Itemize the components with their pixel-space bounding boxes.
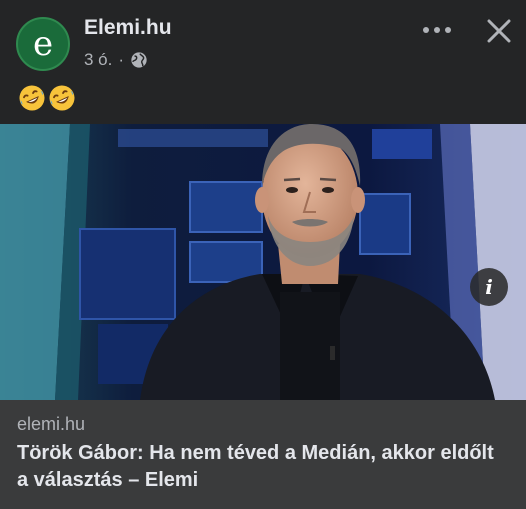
- page-name[interactable]: Elemi.hu: [84, 16, 172, 40]
- link-domain: elemi.hu: [17, 414, 86, 434]
- meta-separator: ·: [118, 50, 125, 69]
- close-icon[interactable]: [484, 16, 514, 46]
- post-meta: 3 ó. ·: [84, 50, 148, 70]
- post-time[interactable]: 3 ó.: [84, 50, 112, 70]
- rolling-on-floor-laughing-icon: [19, 85, 45, 111]
- page-avatar[interactable]: e: [16, 17, 70, 71]
- globe-icon: [131, 52, 147, 68]
- more-options-icon[interactable]: [420, 20, 454, 40]
- link-preview-image[interactable]: [0, 124, 526, 400]
- rolling-on-floor-laughing-icon: [49, 85, 75, 111]
- link-preview-text[interactable]: elemi.hu Török Gábor: Ha nem téved a Med…: [0, 400, 526, 509]
- info-icon[interactable]: i: [470, 268, 508, 306]
- post-header: e Elemi.hu 3 ó. ·: [0, 0, 526, 80]
- link-preview-card[interactable]: i elemi.hu Török Gábor: Ha nem téved a M…: [0, 124, 526, 509]
- post-emoji-text: [18, 84, 76, 112]
- link-headline[interactable]: Török Gábor: Ha nem téved a Medián, akko…: [17, 440, 507, 494]
- avatar-letter: e: [32, 24, 54, 64]
